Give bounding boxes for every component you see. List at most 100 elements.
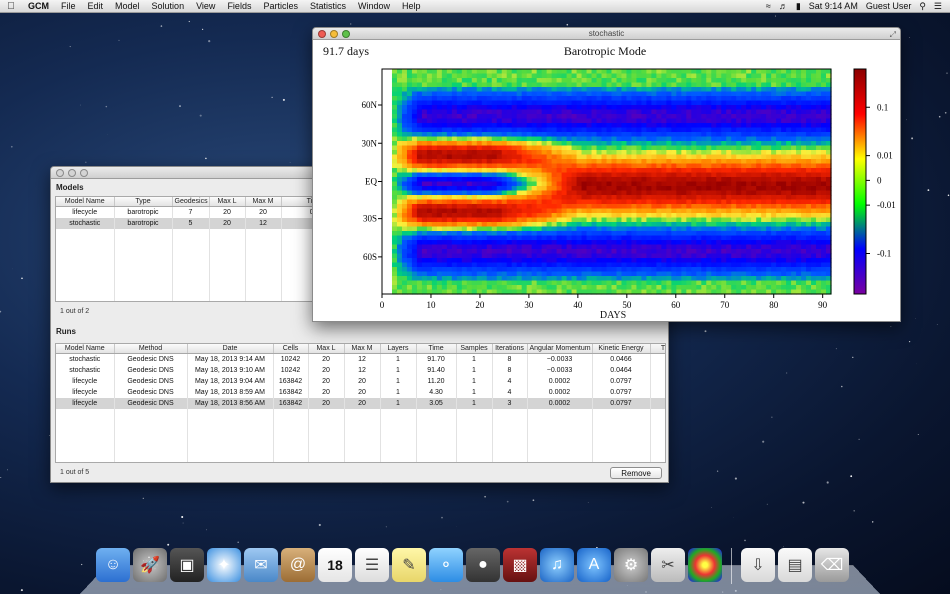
heatmap-cell [436, 132, 443, 138]
plot-window-titlebar[interactable]: stochastic ⤢ [313, 28, 900, 40]
heatmap-cell [431, 163, 438, 169]
heatmap-cell [581, 181, 588, 187]
heatmap-cell [806, 114, 812, 120]
heatmap-cell [706, 267, 712, 273]
heatmap-cell [676, 267, 682, 273]
zoom-button[interactable] [80, 169, 88, 177]
runs-column-header[interactable]: Time [416, 344, 457, 354]
apple-menu-icon[interactable]:  [0, 1, 22, 12]
menu-edit[interactable]: Edit [82, 1, 110, 11]
close-button[interactable] [318, 30, 326, 38]
heatmap-cell [426, 222, 433, 228]
models-column-header[interactable]: Max L [209, 197, 246, 207]
runs-column-header[interactable]: Layers [380, 344, 417, 354]
heatmap-cell [716, 195, 722, 201]
heatmap-cell [431, 132, 438, 138]
models-column-header[interactable]: Type [114, 197, 173, 207]
heatmap-cell [681, 123, 687, 129]
runs-column-header[interactable]: T [650, 344, 665, 354]
runs-column-header[interactable]: Max L [308, 344, 345, 354]
models-column-header[interactable]: Model Name [56, 197, 115, 207]
heatmap-cell [626, 217, 633, 223]
heatmap-cell [526, 136, 533, 142]
remove-button[interactable]: Remove [610, 467, 662, 479]
runs-column-header[interactable]: Kinetic Energy [592, 344, 651, 354]
menu-model[interactable]: Model [109, 1, 146, 11]
wifi-icon[interactable]: ≈ [766, 1, 771, 11]
runs-column-header[interactable]: Angular Momentum [527, 344, 593, 354]
heatmap-cell [571, 163, 578, 169]
heatmap-cell [666, 285, 672, 291]
heatmap-cell [516, 78, 523, 84]
heatmap-cell [486, 276, 493, 282]
plot-title: Barotropic Mode [564, 44, 646, 58]
heatmap-cell [606, 145, 613, 151]
heatmap-cell [421, 267, 428, 273]
menu-particles[interactable]: Particles [257, 1, 304, 11]
menu-solution[interactable]: Solution [146, 1, 191, 11]
runs-column-header[interactable]: Cells [273, 344, 309, 354]
heatmap-cell [641, 172, 648, 178]
heatmap-cell [676, 258, 682, 264]
heatmap-cell [711, 244, 717, 250]
menu-file[interactable]: File [55, 1, 82, 11]
minimize-button[interactable] [68, 169, 76, 177]
runs-column-header[interactable]: Max M [344, 344, 381, 354]
heatmap-cell [716, 91, 722, 97]
models-table-row[interactable]: stochasticbarotropic520120.01 [56, 218, 316, 229]
heatmap-cell [731, 231, 737, 237]
heatmap-cell [451, 276, 458, 282]
zoom-button[interactable] [342, 30, 350, 38]
menu-view[interactable]: View [190, 1, 221, 11]
menu-statistics[interactable]: Statistics [304, 1, 352, 11]
runs-column-header[interactable]: Date [187, 344, 274, 354]
runs-table-row[interactable]: lifecycle Geodesic DNS May 18, 2013 9:04 A… [56, 376, 665, 387]
heatmap-cell [686, 118, 692, 124]
star [6, 469, 9, 471]
heatmap-cell [791, 276, 797, 282]
heatmap-cell [451, 204, 458, 210]
heatmap-cell [736, 186, 742, 192]
heatmap-cell [391, 82, 398, 88]
heatmap-cell [646, 87, 652, 93]
runs-table-row[interactable]: lifecycle Geodesic DNS May 18, 2013 8:56 A… [56, 398, 665, 409]
minimize-button[interactable] [330, 30, 338, 38]
models-section-title: Models [56, 183, 84, 192]
models-table-row[interactable]: lifecyclebarotropic720200.005 [56, 206, 316, 218]
heatmap-cell [776, 199, 782, 205]
menu-fields[interactable]: Fields [221, 1, 257, 11]
runs-column-header[interactable]: Samples [456, 344, 493, 354]
close-button[interactable] [56, 169, 64, 177]
models-column-header[interactable]: Max M [245, 197, 282, 207]
heatmap-cell [501, 276, 508, 282]
menu-help[interactable]: Help [396, 1, 427, 11]
runs-column-header[interactable]: Model Name [56, 344, 115, 354]
heatmap-cell [566, 159, 573, 165]
notification-center-icon[interactable]: ☰ [934, 1, 942, 12]
heatmap-cell [696, 240, 702, 246]
menu-app-name[interactable]: GCM [22, 1, 55, 11]
heatmap-cell [686, 186, 692, 192]
heatmap-cell [546, 276, 553, 282]
heatmap-cell [751, 123, 757, 129]
runs-table-row[interactable]: stochastic Geodesic DNS May 18, 2013 9:14 … [56, 353, 665, 365]
runs-column-header[interactable]: Method [114, 344, 188, 354]
heatmap-cell [776, 69, 782, 75]
heatmap-cell [491, 181, 498, 187]
menu-window[interactable]: Window [352, 1, 396, 11]
runs-column-header[interactable]: Iterations [492, 344, 528, 354]
heatmap-cell [481, 213, 488, 219]
models-column-header[interactable]: Geodesics [172, 197, 210, 207]
heatmap-cell [556, 231, 563, 237]
heatmap-cell [561, 109, 568, 115]
menu-user[interactable]: Guest User [866, 1, 912, 11]
heatmap-cell [661, 217, 667, 223]
volume-icon[interactable]: ♬ [779, 1, 788, 11]
spotlight-search-icon[interactable]: ⚲ [919, 1, 926, 12]
heatmap-cell [696, 159, 702, 165]
runs-table-row[interactable]: lifecycle Geodesic DNS May 18, 2013 8:59 A… [56, 387, 665, 398]
runs-table-row[interactable]: stochastic Geodesic DNS May 18, 2013 9:10 … [56, 365, 665, 376]
menu-clock[interactable]: Sat 9:14 AM [809, 1, 858, 11]
battery-icon[interactable]: ▮ [796, 1, 801, 12]
heatmap-cell [806, 150, 812, 156]
